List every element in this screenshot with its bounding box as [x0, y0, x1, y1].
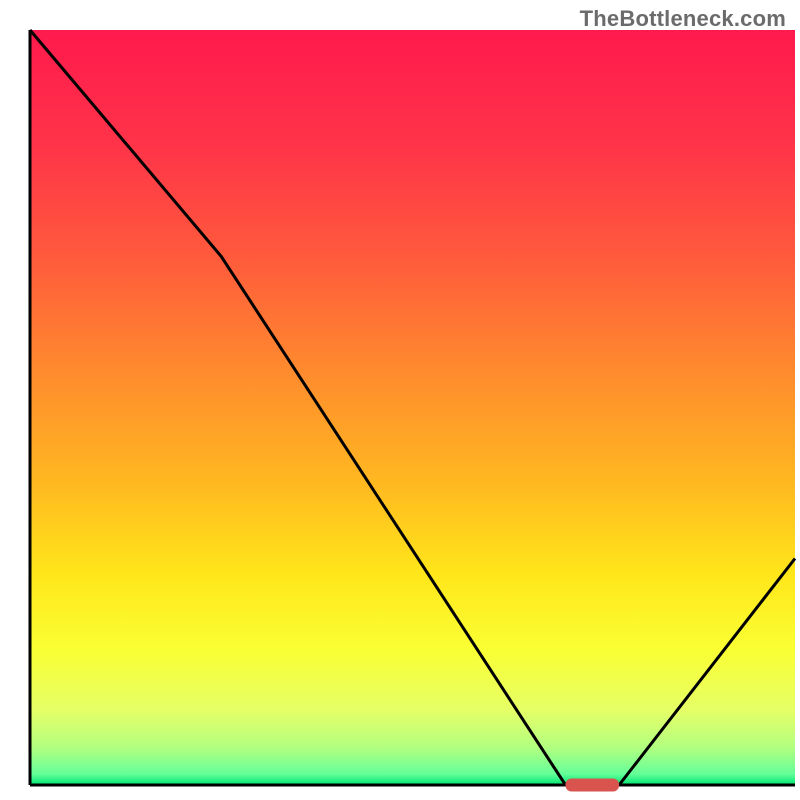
- watermark-text: TheBottleneck.com: [580, 6, 786, 32]
- plot-area: [30, 30, 795, 792]
- gradient-background: [30, 30, 795, 785]
- chart-svg: [0, 0, 800, 800]
- minimum-marker: [566, 779, 620, 792]
- chart-container: TheBottleneck.com: [0, 0, 800, 800]
